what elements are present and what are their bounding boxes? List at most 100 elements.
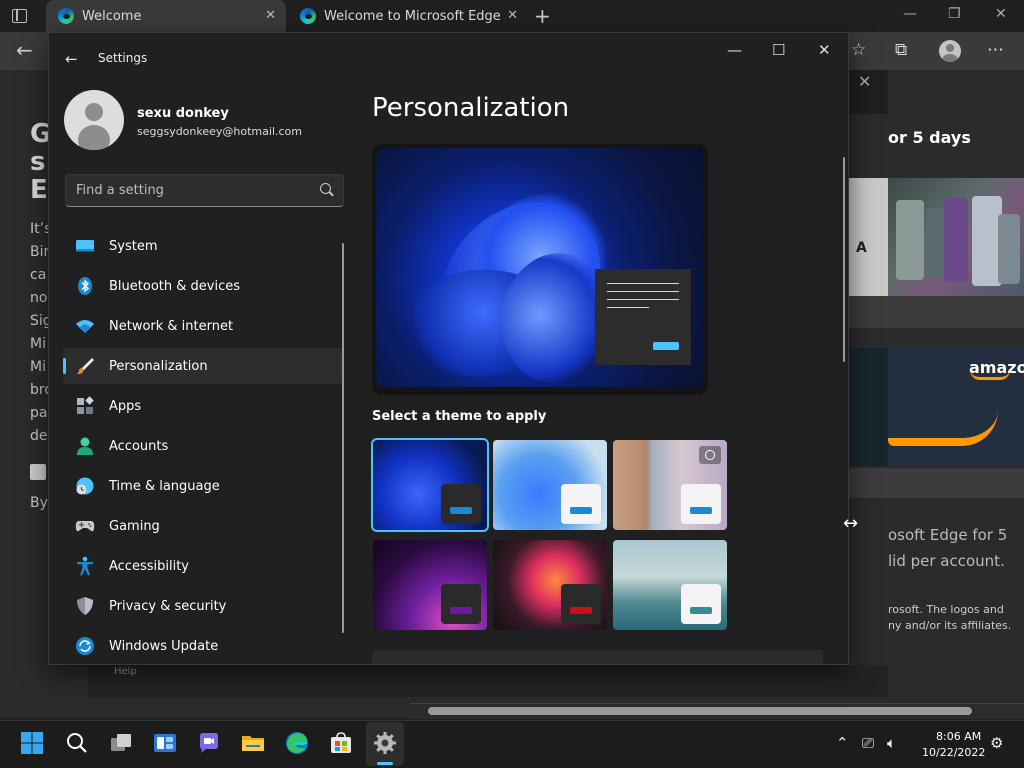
apps-icon [75,396,95,416]
start-icon[interactable] [20,731,44,755]
more-options-icon[interactable]: ⋯ [987,40,1004,60]
page-text-line: It’s [30,221,50,237]
edge-icon [58,8,74,24]
camera-icon [699,446,721,464]
browser-back-button[interactable]: ← [16,38,33,62]
sidebar-item-label: Accessibility [109,558,189,574]
promo-image-edge [848,348,888,466]
user-name: sexu donkey [137,106,229,121]
browser-close-button[interactable]: ✕ [995,6,1007,22]
task-view-icon[interactable] [109,731,133,755]
page-text-line: Mi [30,336,46,352]
settings-minimize-button[interactable]: — [727,41,742,59]
bluetooth-icon [75,276,95,296]
sidebar-item-windows-update[interactable]: Windows Update [63,628,343,664]
tab-label: Welcome [82,8,142,24]
collections-icon[interactable]: ⧉ [895,40,907,60]
browser-tab-welcome-edge[interactable]: Welcome to Microsoft Edge ✕ [288,0,528,32]
theme-tile-spotlight[interactable] [613,440,727,530]
profile-avatar[interactable] [939,40,961,62]
page-checkbox[interactable] [30,464,46,480]
page-heading-fragment: G [30,120,50,149]
page-text-line: Mi [30,359,46,375]
theme-tile-captured-motion[interactable] [493,540,607,630]
accessibility-icon [75,556,95,576]
promo-divider [848,468,1024,498]
settings-icon[interactable] [373,731,397,755]
browser-minimize-button[interactable]: — [903,6,917,22]
sidebar-item-privacy[interactable]: Privacy & security [63,588,343,624]
game-characters-image[interactable] [888,178,1024,296]
settings-back-button[interactable]: ← [65,50,78,68]
close-tab-icon[interactable]: ✕ [507,8,518,23]
page-left-text: G s E It’s Bir ca no Sig Mi Mi bro pa de… [30,120,50,515]
find-setting-box [65,174,344,207]
sidebar-item-accessibility[interactable]: Accessibility [63,548,343,584]
new-tab-button[interactable]: + [534,4,551,28]
settings-maximize-button[interactable]: ☐ [772,41,785,59]
theme-tile-flow[interactable] [613,540,727,630]
volume-icon[interactable]: 🔈︎ [887,734,896,752]
settings-close-button[interactable]: ✕ [818,41,831,59]
theme-tile-glow[interactable] [373,540,487,630]
promo-close-button[interactable]: ✕ [858,72,871,91]
page-text-line: By [30,495,48,511]
promo-body-line: lid per account. [888,552,1005,570]
edge-icon [300,8,316,24]
browser-tab-bar: Welcome ✕ Welcome to Microsoft Edge ✕ + … [0,0,1024,32]
sidebar-item-network[interactable]: Network & internet [63,308,343,344]
user-avatar[interactable] [64,90,124,150]
sidebar-item-label: Windows Update [109,638,219,654]
search-icon[interactable] [65,731,89,755]
sidebar-item-time-language[interactable]: Time & language [63,468,343,504]
store-icon[interactable] [329,731,353,755]
notification-icon[interactable]: ⚙ [990,734,1003,752]
page-text-line: bro [30,382,50,398]
clock-date[interactable]: 10/22/2022 [922,746,985,759]
page-text-line: no [30,290,48,306]
page-text-line: ca [30,267,47,283]
sidebar-item-personalization[interactable]: Personalization [63,348,343,384]
search-icon[interactable] [320,183,331,194]
help-link[interactable]: Help [114,666,137,677]
favorites-star-icon[interactable]: ☆ [851,40,866,60]
promo-body-line: osoft Edge for 5 [888,526,1008,544]
sidebar-item-gaming[interactable]: Gaming [63,508,343,544]
file-explorer-icon[interactable] [241,731,265,755]
nav-scrollbar[interactable] [342,243,344,633]
brush-icon [75,356,95,376]
chat-icon[interactable] [197,731,221,755]
theme-tile-windows-dark[interactable] [371,438,489,532]
horizontal-scrollbar-thumb[interactable] [428,707,972,715]
sidebar-item-label: Time & language [109,478,220,494]
amazon-smile-icon [970,370,1010,380]
promo-legal-line: ny and/or its affiliates. [888,619,1012,632]
page-bottom-panel [88,665,888,697]
browser-restore-button[interactable]: ❐ [948,6,961,22]
preview-dialog [595,269,691,365]
sidebar-item-label: Apps [109,398,142,414]
tab-actions-icon[interactable] [10,7,28,25]
promo-legal: rosoft. The logos and ny and/or its affi… [888,602,1011,634]
clock-time[interactable]: 8:06 AM [936,730,981,743]
content-scrollbar[interactable] [843,157,845,362]
widgets-icon[interactable] [153,731,177,755]
close-tab-icon[interactable]: ✕ [265,8,276,23]
settings-title: Settings [98,51,148,65]
edge-icon[interactable] [285,731,309,755]
chevron-up-icon[interactable]: ⌃ [836,734,849,752]
sidebar-item-system[interactable]: System [63,228,343,264]
sidebar-item-label: Personalization [109,358,208,374]
accounts-icon [75,436,95,456]
theme-tile-windows-light[interactable] [493,440,607,530]
user-email: seggsydonkeey@hotmail.com [137,125,302,138]
browser-tab-welcome[interactable]: Welcome ✕ [46,0,286,32]
network-icon[interactable]: ⎚ [862,734,874,752]
sidebar-item-apps[interactable]: Apps [63,388,343,424]
page-heading-fragment: s [30,147,46,177]
sidebar-item-label: Accounts [109,438,169,454]
find-setting-input[interactable] [66,175,306,205]
sidebar-item-label: Privacy & security [109,598,227,614]
sidebar-item-accounts[interactable]: Accounts [63,428,343,464]
sidebar-item-bluetooth[interactable]: Bluetooth & devices [63,268,343,304]
